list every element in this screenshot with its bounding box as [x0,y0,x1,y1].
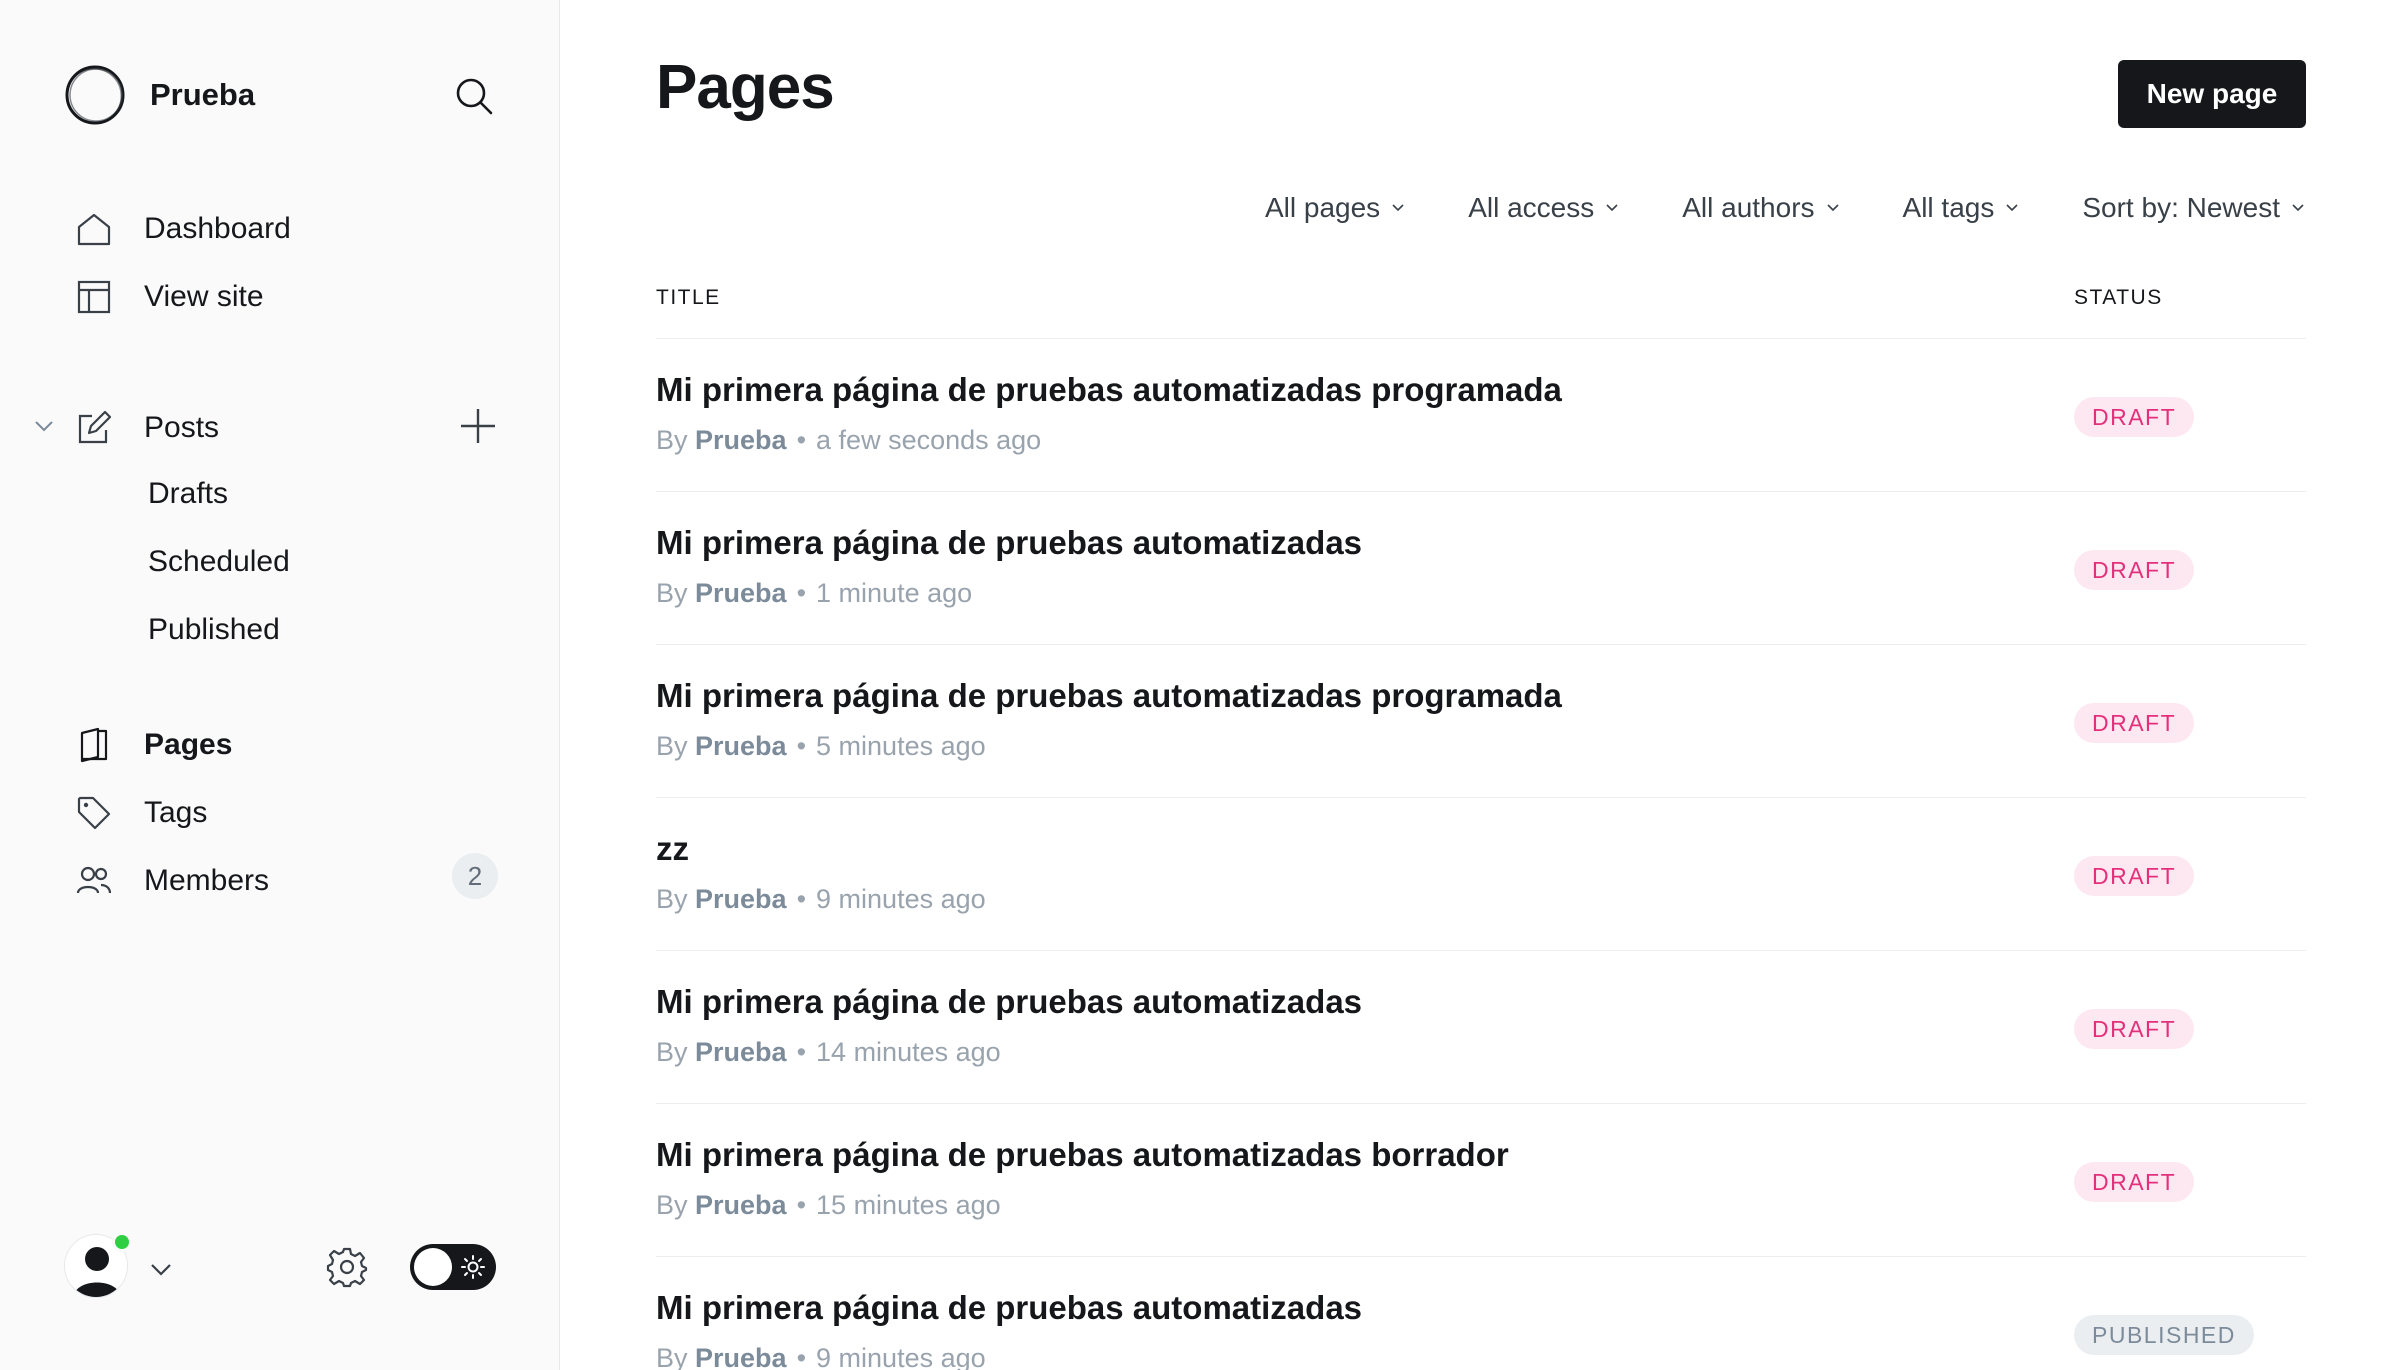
filter-all-pages[interactable]: All pages [1265,186,1406,230]
sidebar-item-label: Members [144,864,270,897]
tag-icon [74,793,114,833]
filter-all-access[interactable]: All access [1468,186,1620,230]
sidebar-item-members[interactable]: Members [74,855,269,907]
filter-label: All tags [1902,192,1995,223]
table-row[interactable]: Mi primera página de pruebas automatizad… [656,644,2306,797]
sidebar-item-label: Dashboard [144,212,291,245]
search-icon [456,78,493,115]
gear-icon [326,1247,368,1288]
sidebar-item-published[interactable]: Published [148,606,280,654]
pages-list: Mi primera página de pruebas automatizad… [656,338,2306,1370]
status-badge: DRAFT [2074,550,2195,590]
theme-toggle[interactable] [410,1244,496,1290]
row-title: Mi primera página de pruebas automatizad… [656,371,1562,408]
filter-label: All pages [1265,192,1381,223]
status-badge: DRAFT [2074,703,2195,743]
row-meta: By Prueba • 15 minutes ago [656,1190,1001,1220]
chevron-down-icon [1825,200,1841,216]
brand-name: Prueba [150,77,256,112]
row-title: Mi primera página de pruebas automatizad… [656,1289,1363,1326]
sidebar: Prueba Dashboard View site Posts Drafts … [0,0,560,1370]
page-title: Pages [656,53,835,122]
row-title: zz [656,830,689,867]
status-badge: DRAFT [2074,1009,2195,1049]
status-badge: DRAFT [2074,1162,2195,1202]
column-header-status: STATUS [2074,286,2163,309]
table-row[interactable]: Mi primera página de pruebas automatizad… [656,950,2306,1103]
online-status-dot [112,1232,132,1252]
row-meta: By Prueba • 1 minute ago [656,578,973,608]
members-icon [74,861,114,901]
chevron-down-icon [2004,200,2020,216]
settings-button[interactable] [324,1244,370,1290]
chevron-down-icon [2290,200,2306,216]
table-row[interactable]: Mi primera página de pruebas automatizad… [656,491,2306,644]
sidebar-item-drafts[interactable]: Drafts [148,470,228,518]
edit-icon [74,408,114,448]
main-content: Pages New page All pages All access All … [560,0,2400,1370]
filter-bar: All pages All access All authors All tag… [1203,186,2306,230]
filter-all-tags[interactable]: All tags [1903,186,2021,230]
sun-icon [460,1254,486,1280]
sidebar-item-label: Posts [144,411,220,444]
sidebar-item-posts[interactable]: Posts [74,402,219,454]
sidebar-item-tags[interactable]: Tags [74,787,207,839]
sidebar-item-scheduled[interactable]: Scheduled [148,538,290,586]
status-badge: PUBLISHED [2074,1315,2254,1355]
row-meta: By Prueba • 5 minutes ago [656,731,986,761]
row-title: Mi primera página de pruebas automatizad… [656,983,1363,1020]
filter-label: All authors [1682,192,1815,223]
row-title: Mi primera página de pruebas automatizad… [656,677,1562,714]
chevron-down-icon [151,1264,171,1276]
status-badge: DRAFT [2074,856,2195,896]
chevron-down-icon [35,421,53,432]
page-icon [74,725,114,765]
sidebar-item-pages[interactable]: Pages [74,719,232,771]
layout-icon [74,277,114,317]
table-row[interactable]: zz By Prueba • 9 minutes ago DRAFT [656,797,2306,950]
table-row[interactable]: Mi primera página de pruebas automatizad… [656,1103,2306,1256]
column-header-title: TITLE [656,286,721,309]
filter-label: Sort by: Newest [2082,192,2280,223]
table-row[interactable]: Mi primera página de pruebas automatizad… [656,338,2306,491]
sidebar-item-label: Pages [144,728,233,761]
row-meta: By Prueba • 9 minutes ago [656,1343,986,1370]
search-button[interactable] [452,74,496,118]
home-icon [74,209,114,249]
filter-all-authors[interactable]: All authors [1682,186,1840,230]
add-post-button[interactable] [456,404,500,448]
toggle-knob [414,1248,452,1286]
brand-logo-icon [65,65,125,125]
row-meta: By Prueba • 14 minutes ago [656,1037,1001,1067]
members-count-badge: 2 [452,853,498,899]
row-meta: By Prueba • 9 minutes ago [656,884,986,914]
status-badge: DRAFT [2074,397,2195,437]
filter-label: All access [1468,192,1595,223]
table-row[interactable]: Mi primera página de pruebas automatizad… [656,1256,2306,1370]
chevron-down-icon [1390,200,1406,216]
posts-collapse-toggle[interactable] [28,410,60,442]
chevron-down-icon [1604,200,1620,216]
row-title: Mi primera página de pruebas automatizad… [656,524,1363,561]
row-meta: By Prueba • a few seconds ago [656,425,1042,455]
plus-icon [461,409,495,443]
sidebar-item-label: View site [144,280,264,313]
new-page-button[interactable]: New page [2118,60,2306,128]
brand[interactable]: Prueba [64,64,255,126]
filter-sort[interactable]: Sort by: Newest [2082,186,2306,230]
sidebar-item-label: Tags [144,796,208,829]
user-menu-toggle[interactable] [146,1254,176,1284]
sidebar-item-dashboard[interactable]: Dashboard [74,203,291,255]
sidebar-item-view-site[interactable]: View site [74,271,264,323]
row-title: Mi primera página de pruebas automatizad… [656,1136,1509,1173]
